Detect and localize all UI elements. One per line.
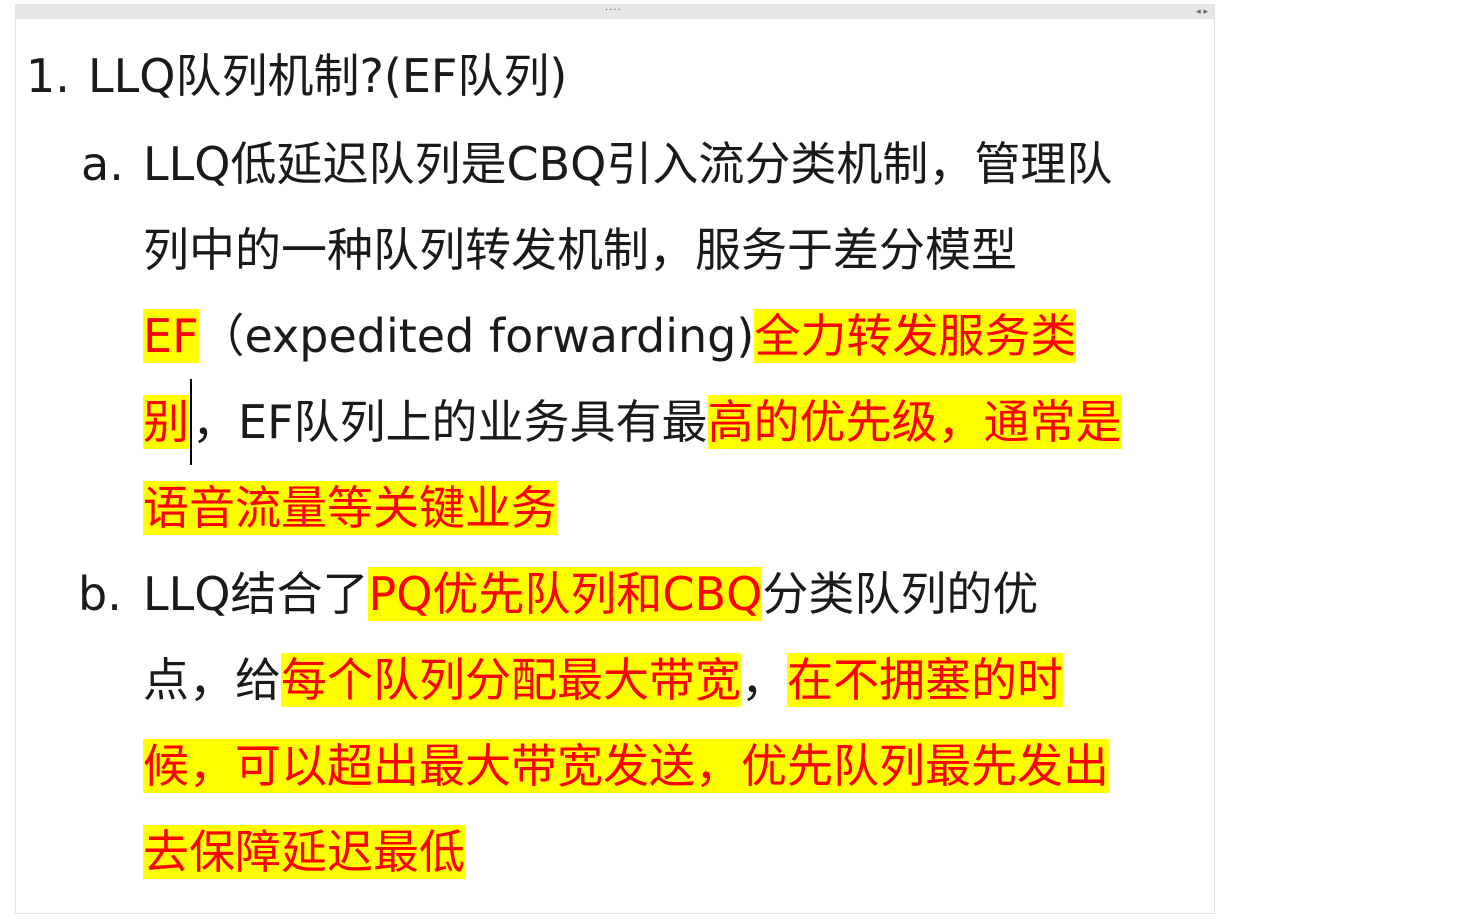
text-point-give: 点，给 (143, 653, 281, 707)
text-llq-combines: LLQ结合了 (143, 567, 369, 621)
highlight-max-bandwidth: 每个队列分配最大带宽 (281, 653, 741, 707)
highlight-voice-traffic: 语音流量等关键业务 (143, 481, 557, 535)
item-a-line-2: 列中的一种队列转发机制，服务于差分模型 (143, 223, 1017, 277)
item-b-line-2: 点，给每个队列分配最大带宽，在不拥塞的时 (143, 637, 1063, 723)
item-a-line-4: 别，EF队列上的业务具有最高的优先级，通常是 (143, 379, 1122, 465)
item-a-line-1: LLQ低延迟队列是CBQ引入流分类机制，管理队 (143, 137, 1113, 191)
list-marker-1: 1. (26, 49, 70, 103)
drag-bar[interactable]: ···· ◂ ▸ (16, 5, 1214, 19)
heading-item-1: LLQ队列机制?(EF队列) (88, 49, 568, 103)
item-b-line-4: 去保障延迟最低 (143, 809, 465, 895)
highlight-exceed-bandwidth: 候，可以超出最大带宽发送，优先队列最先发出 (143, 739, 1109, 793)
highlight-full-forwarding: 全力转发服务类 (754, 309, 1077, 363)
highlight-pq-cbq: PQ优先队列和CBQ (368, 567, 763, 621)
text-class-queue-advantages: 分类队列的优 (762, 567, 1039, 621)
note-window: ···· ◂ ▸ 1. LLQ队列机制?(EF队列) a. LLQ低延迟队列是C… (15, 4, 1215, 914)
text-ef-queue: ，EF队列上的业务具有最 (192, 395, 708, 449)
list-marker-b: b. (78, 567, 122, 621)
item-b-line-1: LLQ结合了PQ优先队列和CBQ分类队列的优 (143, 551, 1038, 637)
item-a-line-3: EF（expedited forwarding)全力转发服务类 (143, 293, 1077, 379)
highlight-ef: EF (143, 309, 199, 363)
highlight-highest-priority: 高的优先级，通常是 (707, 395, 1122, 449)
highlight-lowest-delay: 去保障延迟最低 (143, 825, 465, 879)
list-marker-a: a. (81, 137, 124, 191)
text-expedited-forwarding: （expedited forwarding) (198, 309, 755, 363)
resize-arrows-icon[interactable]: ◂ ▸ (1196, 5, 1208, 19)
drag-handle-icon[interactable]: ···· (605, 6, 622, 16)
highlight-class: 别 (143, 395, 189, 449)
item-b-line-3: 候，可以超出最大带宽发送，优先队列最先发出 (143, 723, 1109, 809)
item-a-line-5: 语音流量等关键业务 (143, 465, 557, 551)
highlight-no-congestion: 在不拥塞的时 (787, 653, 1063, 707)
text-comma: ， (741, 653, 787, 707)
